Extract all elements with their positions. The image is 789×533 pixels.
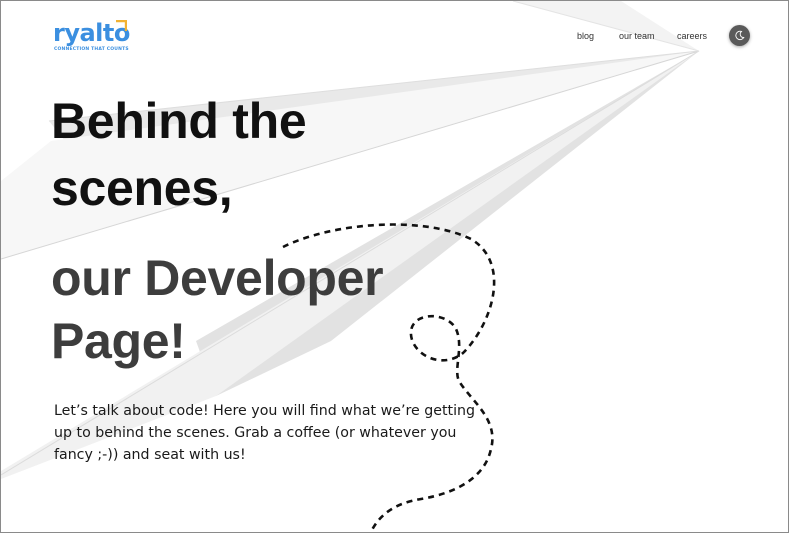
intro-line: up to behind the scenes. Grab a coffee (… (54, 425, 457, 441)
intro-line: Let’s talk about code! Here you will fin… (54, 403, 476, 419)
hero-title-line-1: Behind the (51, 93, 307, 149)
hero-title-line-2: scenes, (51, 160, 233, 216)
intro-line: fancy ;-)) and seat with us! (54, 447, 246, 463)
nav-link-our-team[interactable]: our team (619, 30, 655, 42)
hero-subtitle-line-2: Page! (51, 313, 186, 369)
hero-subtitle-line-1: our Developer (51, 250, 384, 306)
nav-link-careers[interactable]: careers (677, 30, 707, 42)
main-nav: blog our team careers (1, 30, 788, 44)
moon-icon (735, 30, 745, 41)
nav-link-blog[interactable]: blog (577, 30, 594, 42)
logo-tagline: CONNECTION THAT COUNTS (54, 47, 129, 52)
intro-paragraph: Let’s talk about code! Here you will fin… (54, 400, 484, 466)
theme-toggle-button[interactable] (729, 25, 750, 46)
developer-page: ryalto CONNECTION THAT COUNTS blog our t… (0, 0, 789, 533)
